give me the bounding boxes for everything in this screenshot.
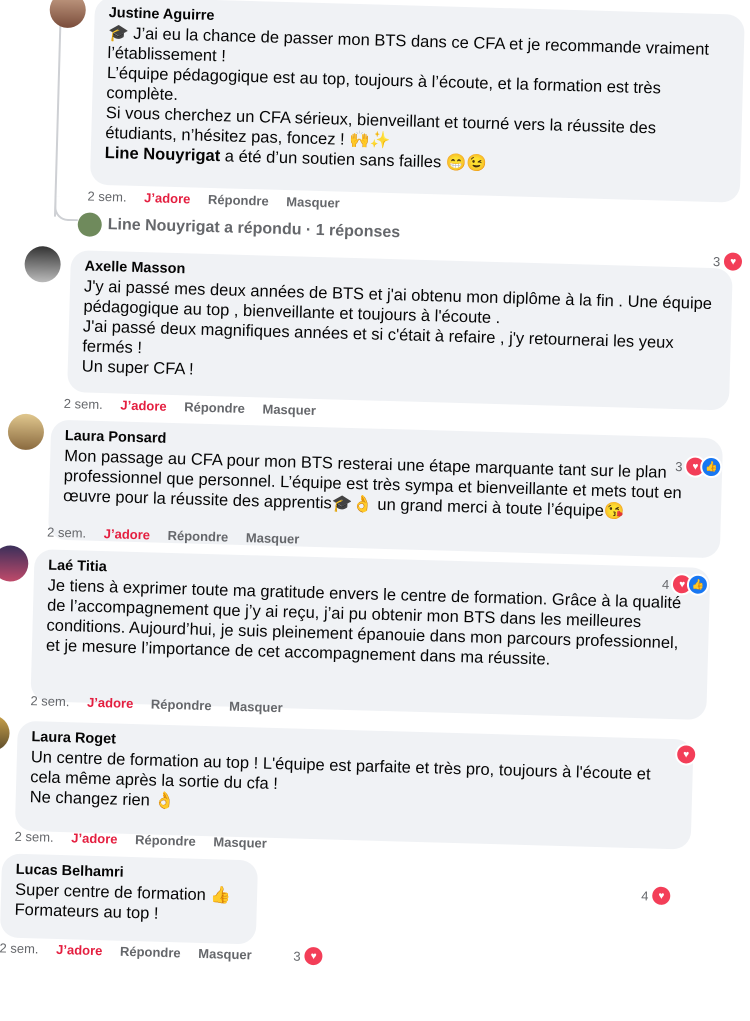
timestamp[interactable]: 2 sem.: [87, 189, 126, 205]
comment-actions: 2 sem. J’adore Répondre Masquer: [87, 189, 354, 211]
reply-button[interactable]: Répondre: [135, 832, 196, 849]
avatar[interactable]: [7, 413, 45, 451]
avatar[interactable]: [0, 545, 29, 583]
reaction-summary[interactable]: ♥: [673, 743, 698, 766]
hide-button[interactable]: Masquer: [286, 194, 340, 210]
love-button[interactable]: J’adore: [144, 190, 191, 206]
reaction-summary[interactable]: 3 ♥ 👍: [675, 455, 723, 479]
reaction-summary[interactable]: 4 ♥ 👍: [662, 572, 710, 597]
heart-icon: ♥: [302, 944, 325, 968]
timestamp[interactable]: 2 sem.: [14, 829, 53, 845]
like-icon: 👍: [700, 455, 723, 479]
comment-bubble: Laura Roget Un centre de formation au to…: [14, 720, 694, 850]
love-button[interactable]: J’adore: [71, 830, 118, 846]
avatar[interactable]: [0, 714, 11, 752]
comments-thread: Justine Aguirre 🎓 J’ai eu la chance de p…: [0, 0, 750, 1021]
avatar[interactable]: [49, 0, 87, 29]
reply-button[interactable]: Répondre: [167, 528, 228, 545]
avatar[interactable]: [24, 245, 62, 283]
reaction-summary[interactable]: 3 ♥: [293, 944, 325, 968]
timestamp[interactable]: 2 sem.: [0, 940, 39, 956]
timestamp[interactable]: 2 sem.: [47, 525, 86, 541]
avatar: [77, 212, 103, 237]
reply-button[interactable]: Répondre: [208, 192, 269, 209]
reply-button[interactable]: Répondre: [120, 944, 181, 961]
reply-button[interactable]: Répondre: [184, 399, 245, 416]
comment-actions: 2 sem. J’adore Répondre Masquer: [64, 396, 331, 418]
love-button[interactable]: J’adore: [87, 695, 134, 711]
reply-button[interactable]: Répondre: [151, 696, 212, 713]
love-button[interactable]: J’adore: [104, 526, 151, 542]
timestamp[interactable]: 2 sem.: [30, 693, 69, 709]
thread-connector: [53, 196, 79, 222]
heart-icon: ♥: [650, 884, 673, 908]
hide-button[interactable]: Masquer: [213, 834, 267, 850]
thread-line: [53, 1, 62, 217]
love-button[interactable]: J’adore: [56, 942, 103, 958]
comment-bubble: Laé Titia Je tiens à exprimer toute ma g…: [30, 549, 711, 720]
hide-button[interactable]: Masquer: [198, 946, 252, 962]
reaction-summary[interactable]: 4 ♥: [641, 884, 673, 908]
timestamp[interactable]: 2 sem.: [64, 396, 103, 412]
comment-text: J'y ai passé mes deux années de BTS et j…: [81, 277, 717, 379]
heart-icon: ♥: [674, 743, 698, 766]
hide-button[interactable]: Masquer: [246, 530, 300, 546]
hide-button[interactable]: Masquer: [262, 401, 316, 417]
view-replies-link[interactable]: Line Nouyrigat a répondu · 1 réponses: [77, 212, 400, 245]
comment-bubble: Axelle Masson J'y ai passé mes deux anné…: [67, 250, 733, 411]
hide-button[interactable]: Masquer: [229, 699, 283, 715]
like-icon: 👍: [686, 573, 710, 597]
comment-text: Je tiens à exprimer toute ma gratitude e…: [45, 576, 687, 669]
comment-text: 🎓 J’ai eu la chance de passer mon BTS da…: [104, 24, 714, 173]
comment-actions: 2 sem. J’adore Répondre Masquer: [0, 940, 266, 962]
comment-bubble: Justine Aguirre 🎓 J’ai eu la chance de p…: [89, 0, 745, 203]
comment-bubble: Lucas Belhamri Super centre de formation…: [0, 853, 259, 945]
comment-text: Super centre de formation 👍 Formateurs a…: [14, 880, 232, 923]
love-button[interactable]: J’adore: [120, 398, 167, 414]
heart-icon: ♥: [721, 250, 745, 273]
mention-link[interactable]: Line Nouyrigat: [105, 144, 221, 165]
